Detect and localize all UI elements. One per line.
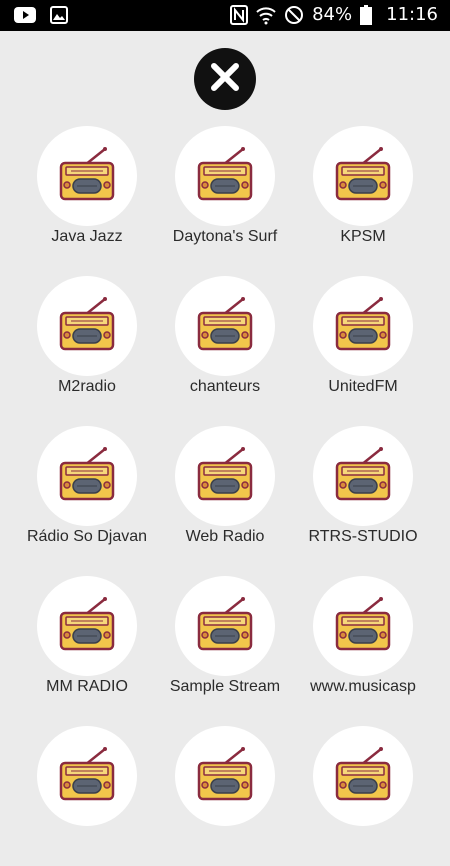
battery-percent: 84% — [312, 4, 353, 25]
radio-icon — [57, 296, 117, 356]
radio-icon — [333, 746, 393, 806]
station-circle — [175, 276, 275, 376]
radio-icon — [195, 746, 255, 806]
station-tile[interactable]: Sample Stream — [156, 576, 294, 716]
station-tile[interactable] — [156, 726, 294, 866]
station-circle — [313, 126, 413, 226]
radio-icon — [333, 296, 393, 356]
radio-icon — [195, 596, 255, 656]
station-label: UnitedFM — [328, 378, 398, 395]
station-tile[interactable] — [294, 726, 432, 866]
station-tile[interactable] — [18, 726, 156, 866]
station-label: Daytona's Surf — [172, 228, 278, 245]
radio-icon — [57, 146, 117, 206]
station-tile[interactable]: chanteurs — [156, 276, 294, 416]
station-label: www.musicasp — [310, 678, 416, 695]
station-circle — [37, 426, 137, 526]
status-bar: 84% 11:16 — [0, 0, 450, 31]
radio-icon — [195, 446, 255, 506]
station-circle — [313, 576, 413, 676]
gallery-icon — [50, 6, 68, 24]
close-button[interactable] — [194, 48, 256, 110]
station-circle — [313, 726, 413, 826]
station-circle — [175, 126, 275, 226]
close-icon — [209, 61, 241, 98]
radio-icon — [57, 746, 117, 806]
do-not-disturb-icon — [284, 5, 304, 25]
radio-icon — [57, 596, 117, 656]
station-label: Web Radio — [185, 528, 265, 545]
station-circle — [37, 576, 137, 676]
station-label: Sample Stream — [169, 678, 281, 695]
station-label: Java Jazz — [51, 228, 123, 245]
station-tile[interactable]: RTRS-STUDIO — [294, 426, 432, 566]
station-tile[interactable]: MM RADIO — [18, 576, 156, 716]
station-label: chanteurs — [189, 378, 261, 395]
station-circle — [175, 576, 275, 676]
station-circle — [175, 426, 275, 526]
station-circle — [37, 276, 137, 376]
nfc-icon — [230, 4, 249, 25]
battery-icon — [360, 4, 373, 25]
radio-icon — [333, 146, 393, 206]
station-circle — [37, 726, 137, 826]
clock: 11:16 — [386, 4, 438, 25]
station-tile[interactable]: Java Jazz — [18, 126, 156, 266]
station-tile[interactable]: Web Radio — [156, 426, 294, 566]
station-circle — [175, 726, 275, 826]
station-tile[interactable]: www.musicasp — [294, 576, 432, 716]
station-label: KPSM — [340, 228, 386, 245]
station-tile[interactable]: M2radio — [18, 276, 156, 416]
youtube-icon — [14, 6, 36, 24]
radio-icon — [195, 296, 255, 356]
radio-icon — [57, 446, 117, 506]
station-circle — [313, 276, 413, 376]
radio-icon — [333, 596, 393, 656]
station-label: M2radio — [58, 378, 116, 395]
station-tile[interactable]: Daytona's Surf — [156, 126, 294, 266]
station-label: RTRS-STUDIO — [308, 528, 418, 545]
station-tile[interactable]: UnitedFM — [294, 276, 432, 416]
radio-icon — [333, 446, 393, 506]
station-label: Rádio So Djavan — [26, 528, 148, 545]
station-circle — [313, 426, 413, 526]
station-circle — [37, 126, 137, 226]
wifi-icon — [256, 5, 276, 25]
station-tile[interactable]: Rádio So Djavan — [18, 426, 156, 566]
station-tile[interactable]: KPSM — [294, 126, 432, 266]
radio-icon — [195, 146, 255, 206]
station-label: MM RADIO — [46, 678, 128, 695]
